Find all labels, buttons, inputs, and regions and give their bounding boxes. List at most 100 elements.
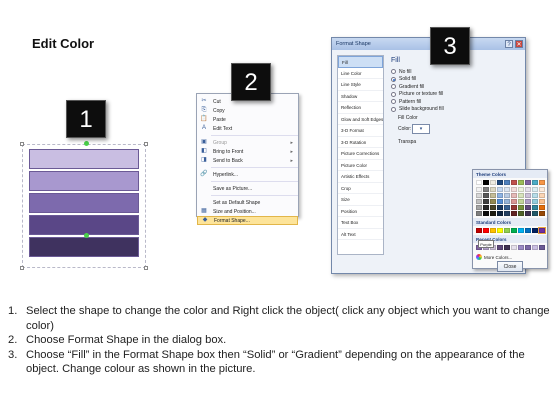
- color-swatch[interactable]: [532, 199, 538, 204]
- color-swatch[interactable]: [490, 199, 496, 204]
- color-swatch[interactable]: [532, 245, 538, 250]
- nav-item[interactable]: Alt Text: [338, 229, 383, 240]
- color-swatch[interactable]: [518, 228, 524, 233]
- color-swatch[interactable]: [504, 211, 510, 216]
- radio-button[interactable]: [391, 84, 396, 90]
- nav-item[interactable]: Crop: [338, 183, 383, 194]
- color-swatch[interactable]: [518, 205, 524, 210]
- color-swatch[interactable]: [497, 187, 503, 192]
- color-swatch[interactable]: [483, 205, 489, 210]
- color-swatch[interactable]: [539, 245, 545, 250]
- menu-item[interactable]: ◆ Format Shape...: [197, 216, 298, 225]
- menu-item[interactable]: Save as Picture...: [197, 184, 298, 193]
- color-swatch[interactable]: [525, 187, 531, 192]
- color-swatch[interactable]: [497, 180, 503, 185]
- radio-button[interactable]: [391, 106, 396, 112]
- color-dropdown-button[interactable]: ▾: [412, 124, 430, 134]
- close-icon[interactable]: ✕: [515, 40, 523, 48]
- resize-handle[interactable]: [20, 266, 24, 270]
- shape-layer[interactable]: [29, 171, 139, 191]
- fill-option[interactable]: Gradient fill: [388, 83, 522, 91]
- color-swatch[interactable]: [476, 180, 482, 185]
- nav-item[interactable]: Line Style: [338, 79, 383, 91]
- color-swatch[interactable]: [483, 187, 489, 192]
- color-swatch[interactable]: [483, 193, 489, 198]
- close-button[interactable]: Close: [497, 261, 523, 272]
- color-swatch[interactable]: [483, 211, 489, 216]
- shape-layer[interactable]: [29, 215, 139, 235]
- color-swatch[interactable]: [483, 180, 489, 185]
- rotation-handle[interactable]: [84, 141, 89, 146]
- menu-item[interactable]: ▣ Group ▸: [197, 138, 298, 147]
- color-swatch[interactable]: [476, 228, 482, 233]
- color-swatch[interactable]: [518, 245, 524, 250]
- resize-handle[interactable]: [20, 142, 24, 146]
- fill-option[interactable]: Slide background fill: [388, 106, 522, 114]
- color-swatch[interactable]: [518, 180, 524, 185]
- color-swatch[interactable]: [504, 193, 510, 198]
- color-swatch[interactable]: [511, 180, 517, 185]
- nav-item[interactable]: Reflection: [338, 102, 383, 114]
- color-swatch[interactable]: [532, 211, 538, 216]
- color-swatch[interactable]: [490, 205, 496, 210]
- menu-item[interactable]: 📋 Paste: [197, 115, 298, 124]
- color-swatch[interactable]: [490, 180, 496, 185]
- nav-item[interactable]: Artistic Effects: [338, 171, 383, 183]
- nav-item[interactable]: Picture Color: [338, 160, 383, 171]
- color-swatch[interactable]: [511, 205, 517, 210]
- color-swatch[interactable]: [511, 211, 517, 216]
- color-swatch[interactable]: [539, 205, 545, 210]
- color-swatch[interactable]: [497, 245, 503, 250]
- color-swatch[interactable]: [483, 228, 489, 233]
- menu-item[interactable]: A Edit Text: [197, 124, 298, 133]
- adjust-handle[interactable]: [84, 233, 89, 238]
- color-swatch[interactable]: [511, 199, 517, 204]
- color-swatch[interactable]: [511, 245, 517, 250]
- color-swatch[interactable]: [490, 193, 496, 198]
- nav-item[interactable]: Position: [338, 206, 383, 217]
- help-icon[interactable]: ?: [505, 40, 513, 48]
- nav-item[interactable]: 3-D Rotation: [338, 137, 383, 148]
- resize-handle[interactable]: [144, 266, 148, 270]
- color-swatch[interactable]: [497, 205, 503, 210]
- color-swatch[interactable]: [504, 228, 510, 233]
- nav-item[interactable]: Text Box: [338, 217, 383, 229]
- color-swatch[interactable]: [504, 205, 510, 210]
- color-swatch[interactable]: [539, 193, 545, 198]
- color-swatch[interactable]: [476, 205, 482, 210]
- color-swatch[interactable]: [525, 245, 531, 250]
- color-swatch[interactable]: [532, 187, 538, 192]
- fill-option[interactable]: Picture or texture fill: [388, 91, 522, 99]
- resize-handle[interactable]: [144, 142, 148, 146]
- menu-item[interactable]: ◧ Bring to Front ▸: [197, 147, 298, 156]
- color-swatch[interactable]: [532, 228, 538, 233]
- color-swatch[interactable]: [539, 187, 545, 192]
- color-swatch[interactable]: [539, 199, 545, 204]
- color-swatch[interactable]: [504, 187, 510, 192]
- color-swatch[interactable]: [525, 205, 531, 210]
- color-swatch[interactable]: [476, 199, 482, 204]
- fill-option[interactable]: Pattern fill: [388, 98, 522, 106]
- shape-layers[interactable]: [29, 149, 139, 259]
- nav-item[interactable]: Size: [338, 194, 383, 206]
- fill-option[interactable]: No fill: [388, 68, 522, 76]
- color-swatch[interactable]: [476, 193, 482, 198]
- color-swatch[interactable]: [490, 228, 496, 233]
- radio-button[interactable]: [391, 99, 396, 105]
- menu-item[interactable]: Set as Default Shape: [197, 198, 298, 207]
- color-swatch[interactable]: [483, 199, 489, 204]
- color-swatch[interactable]: [539, 180, 545, 185]
- nav-item[interactable]: Fill: [338, 56, 383, 68]
- radio-button[interactable]: [391, 76, 396, 82]
- color-swatch[interactable]: [511, 187, 517, 192]
- color-swatch[interactable]: [497, 211, 503, 216]
- menu-item[interactable]: ◨ Send to Back ▸: [197, 156, 298, 165]
- color-swatch[interactable]: [497, 193, 503, 198]
- fill-option[interactable]: Solid fill: [388, 76, 522, 84]
- color-swatch[interactable]: [511, 228, 517, 233]
- radio-button[interactable]: [391, 69, 396, 75]
- color-swatch[interactable]: [518, 187, 524, 192]
- color-swatch[interactable]: [504, 180, 510, 185]
- menu-item[interactable]: ⎘ Copy: [197, 106, 298, 115]
- shape-layer[interactable]: [29, 193, 139, 213]
